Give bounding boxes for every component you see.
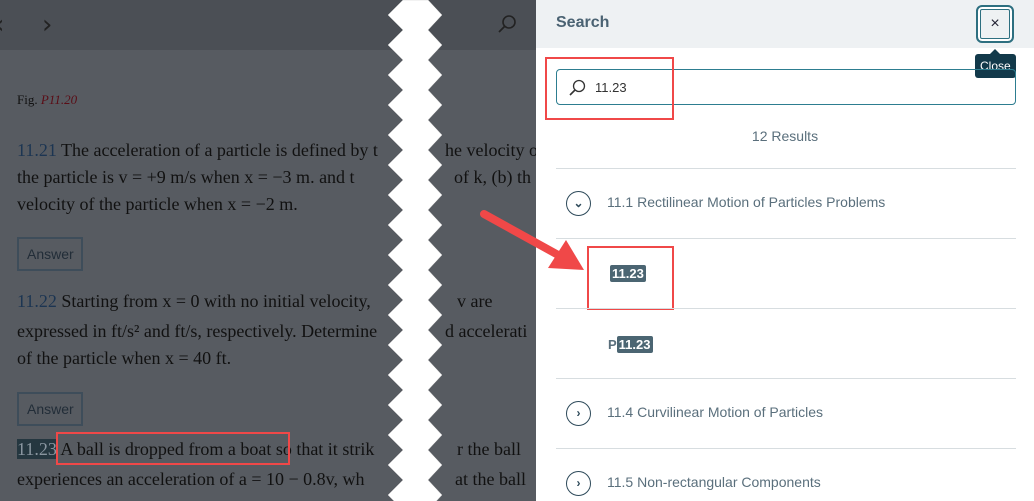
next-button[interactable]: ›	[42, 10, 52, 40]
text-line: he velocity o	[445, 140, 536, 160]
chevron-right-icon: ›	[566, 471, 591, 496]
fig-label: P11.20	[40, 92, 78, 107]
figure-caption: Fig. P11.20	[17, 92, 77, 108]
section-toggle-11-1[interactable]: ⌄ 11.1 Rectilinear Motion of Particles Pr…	[566, 191, 885, 216]
text-line: at the ball	[455, 469, 526, 489]
text-line-row: expressed in ft/s² and ft/s, respectivel…	[17, 318, 527, 345]
text-line: d accelerati	[445, 321, 528, 341]
problem-number: 11.22	[17, 291, 57, 311]
search-icon[interactable]	[496, 13, 518, 35]
fig-prefix: Fig.	[17, 92, 41, 107]
close-button[interactable]: ×	[976, 5, 1014, 43]
text-line: of k, (b) th	[454, 167, 531, 187]
search-result[interactable]: P 11.23	[608, 336, 653, 353]
problem-11-22: 11.22 Starting from x = 0 with no initia…	[17, 288, 492, 315]
result-match: 11.23	[616, 336, 653, 353]
section-label: 11.4 Curvilinear Motion of Particles	[607, 404, 824, 421]
book-reader: ‹ › Fig. P11.20 11.21 The acceleration o…	[0, 0, 536, 501]
text-line: Starting from x = 0 with no initial velo…	[61, 291, 371, 311]
section-toggle-11-5[interactable]: › 11.5 Non-rectangular Components	[566, 471, 821, 496]
annotation-highlight-box	[545, 57, 674, 120]
search-panel-header: Search ×	[536, 0, 1034, 48]
result-prefix: P	[608, 337, 617, 352]
answer-button[interactable]: Answer	[17, 392, 83, 426]
text-line: velocity of the particle when x = −2 m.	[17, 194, 298, 214]
text-line: r the ball	[457, 439, 521, 459]
text-line: the particle is v = +9 m/s when x = −3 m…	[17, 167, 355, 187]
text-line: expressed in ft/s² and ft/s, respectivel…	[17, 321, 378, 341]
text-line: v are	[457, 291, 493, 311]
text-line: The acceleration of a particle is define…	[61, 140, 378, 160]
problem-number: 11.21	[17, 140, 57, 160]
results-count: 12 Results	[751, 128, 819, 144]
annotation-highlight-box	[56, 432, 290, 465]
text-line-row: experiences an acceleration of a = 10 − …	[17, 466, 526, 493]
torn-page-gap	[387, 0, 443, 501]
section-toggle-11-4[interactable]: › 11.4 Curvilinear Motion of Particles	[566, 401, 823, 426]
answer-button[interactable]: Answer	[17, 237, 83, 271]
panel-title: Search	[556, 14, 610, 31]
problem-number-highlighted: 11.23	[17, 439, 57, 459]
search-panel: Search × Close 11.23 12 Results ⌄ 11.1 Re…	[536, 0, 1034, 501]
text-line-row: the particle is v = +9 m/s when x = −3 m…	[17, 164, 531, 191]
reader-toolbar: ‹ ›	[0, 0, 536, 50]
previous-button[interactable]: ‹	[0, 10, 4, 40]
text-line: experiences an acceleration of a = 10 − …	[17, 469, 365, 489]
text-line: of the particle when x = 40 ft.	[17, 348, 232, 368]
annotation-highlight-box	[587, 246, 674, 310]
problem-11-21: 11.21 The acceleration of a particle is …	[17, 137, 536, 164]
section-label: 11.1 Rectilinear Motion of Particles Pro…	[607, 194, 886, 211]
chevron-down-icon: ⌄	[566, 191, 591, 216]
chevron-right-icon: ›	[566, 401, 591, 426]
section-label: 11.5 Non-rectangular Components	[607, 474, 821, 491]
